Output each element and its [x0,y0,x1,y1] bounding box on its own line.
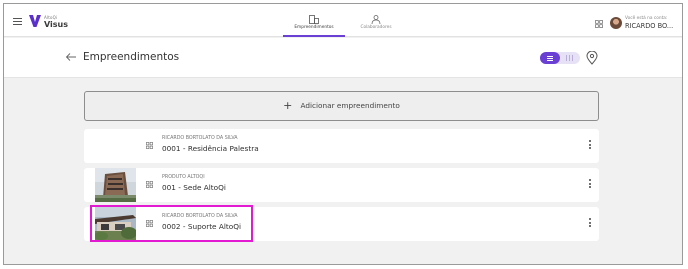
building-photo [95,168,136,202]
project-client: RICARDO BORTOLATO DA SILVA [162,214,238,219]
grid-icon [146,142,153,149]
grid-view-icon[interactable] [564,55,574,61]
project-card[interactable]: RICARDO BORTOLATO DA SILVA 0002 - Suport… [84,207,599,241]
project-client: PRODUTO ALTOQI [162,175,205,180]
plus-icon: + [283,99,293,112]
top-bar: AltoQi Visus Empreendimentos Colaborador… [4,4,682,37]
building-icon [309,15,319,24]
visus-logo-icon [29,15,41,27]
app-window: AltoQi Visus Empreendimentos Colaborador… [3,3,683,265]
back-arrow-icon[interactable] [65,52,77,62]
project-card[interactable]: RICARDO BORTOLATO DA SILVA 0001 - Residê… [84,129,599,163]
brand-name: Visus [44,20,69,29]
people-icon [371,15,381,24]
apps-grid-icon[interactable] [595,20,603,28]
house-photo [95,207,136,241]
more-options-icon[interactable] [587,218,593,230]
grid-icon [146,220,153,227]
map-pin-icon[interactable] [586,51,598,65]
page-header: Empreendimentos [4,38,682,78]
tab-colaboradores-label: Colaboradores [360,25,392,30]
project-name: 0002 - Suporte AltoQi [162,222,241,231]
project-name: 001 - Sede AltoQi [162,183,226,192]
project-name: 0001 - Residência Palestra [162,144,259,153]
tab-empreendimentos[interactable]: Empreendimentos [283,11,345,37]
list-view-icon[interactable] [540,52,560,64]
project-card[interactable]: PRODUTO ALTOQI 001 - Sede AltoQi [84,168,599,202]
account-label: Você está na conta: [625,16,668,21]
project-client: RICARDO BORTOLATO DA SILVA [162,136,238,141]
page-title: Empreendimentos [83,51,180,63]
grid-icon [146,181,153,188]
view-toggle[interactable] [540,52,580,64]
more-options-icon[interactable] [587,140,593,152]
more-options-icon[interactable] [587,179,593,191]
account-name[interactable]: RICARDO BO... [625,22,673,30]
user-avatar[interactable] [610,17,622,29]
hamburger-menu-icon[interactable] [13,18,22,25]
tab-empreendimentos-label: Empreendimentos [294,25,334,30]
add-project-button[interactable]: + Adicionar empreendimento [84,91,599,121]
add-project-label: Adicionar empreendimento [300,101,400,110]
tab-colaboradores[interactable]: Colaboradores [345,11,407,37]
